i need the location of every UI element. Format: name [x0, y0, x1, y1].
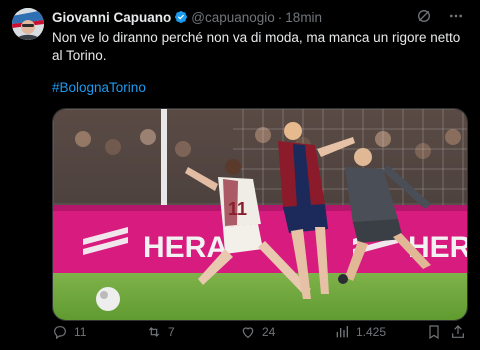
retweet-button[interactable]: 7	[146, 322, 175, 342]
tweet-header: Giovanni Capuano @capuanogio · 18min	[52, 8, 470, 26]
share-button[interactable]	[450, 322, 466, 342]
more-icon[interactable]	[448, 8, 464, 27]
tweet: Giovanni Capuano @capuanogio · 18min Non…	[0, 0, 480, 350]
match-photo: HERA HERA 11	[53, 109, 467, 320]
like-count: 24	[262, 325, 276, 339]
author-handle[interactable]: @capuanogio	[191, 10, 275, 25]
hashtag-link[interactable]: #BolognaTorino	[52, 80, 470, 98]
reply-icon	[54, 326, 66, 340]
heart-icon	[242, 327, 254, 339]
ad-board-text-left: HERA	[143, 231, 228, 264]
tweet-media[interactable]: HERA HERA 11	[52, 108, 468, 321]
tweet-time[interactable]: 18min	[285, 10, 322, 25]
retweet-count: 7	[168, 325, 175, 339]
grok-icon[interactable]	[416, 8, 432, 27]
separator-dot: ·	[277, 9, 283, 25]
verified-badge-icon	[174, 10, 188, 24]
tweet-content: Giovanni Capuano @capuanogio · 18min Non…	[52, 8, 470, 321]
player-number: 11	[228, 199, 247, 219]
views-button[interactable]: 1.425	[334, 322, 386, 342]
views-count: 1.425	[356, 325, 387, 339]
bookmark-button[interactable]	[426, 322, 442, 342]
reply-button[interactable]: 11	[52, 322, 86, 342]
views-icon	[336, 326, 348, 338]
avatar[interactable]	[12, 8, 44, 40]
bookmark-icon	[429, 325, 439, 340]
tweet-text: Non ve lo diranno perché non va di moda,…	[52, 30, 461, 63]
action-bar: 11 7 24 1.425	[52, 322, 468, 342]
header-actions	[416, 8, 464, 27]
reply-count: 11	[74, 325, 87, 339]
avatar-image	[12, 8, 44, 40]
share-icon	[452, 325, 464, 338]
author-name[interactable]: Giovanni Capuano	[52, 10, 171, 25]
like-button[interactable]: 24	[240, 322, 275, 342]
retweet-icon	[148, 327, 160, 337]
